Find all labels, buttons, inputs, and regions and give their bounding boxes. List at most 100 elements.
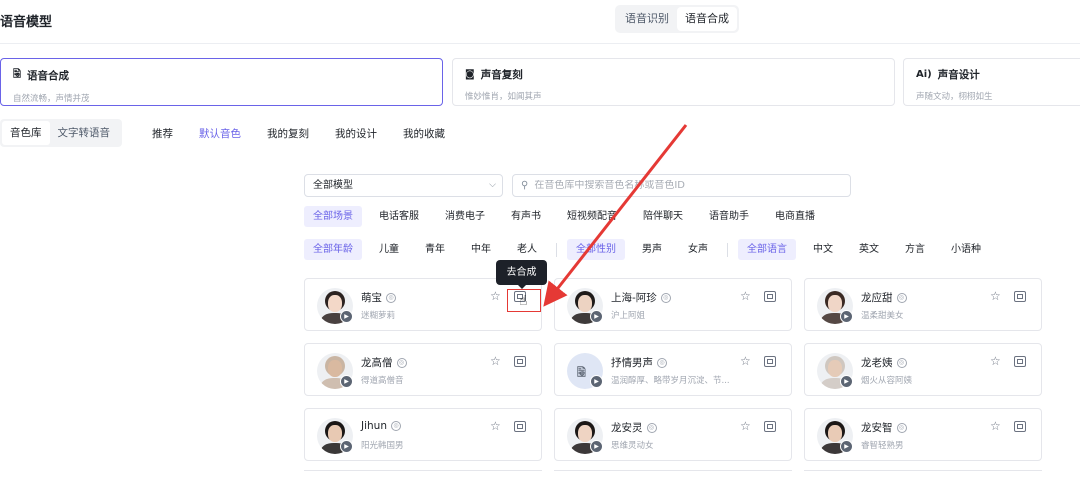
favorite-star-icon[interactable]: ☆ bbox=[990, 419, 1001, 433]
filter-scene-electronics[interactable]: 消费电子 bbox=[436, 206, 494, 227]
feature-card-voice-design[interactable]: Ai) 声音设计 声随文动，栩栩如生 bbox=[903, 58, 1080, 106]
favorite-star-icon[interactable]: ☆ bbox=[740, 289, 751, 303]
filter-scene-customer-service[interactable]: 电话客服 bbox=[370, 206, 428, 227]
tab-speech-recognition[interactable]: 语音识别 bbox=[617, 7, 677, 31]
go-synthesize-icon[interactable] bbox=[1014, 356, 1026, 367]
filter-gender-male[interactable]: 男声 bbox=[633, 239, 671, 260]
go-synthesize-icon[interactable] bbox=[514, 421, 526, 432]
play-icon[interactable]: ▶ bbox=[590, 375, 603, 388]
filter-age-elderly[interactable]: 老人 bbox=[508, 239, 546, 260]
filter-age-middle[interactable]: 中年 bbox=[462, 239, 500, 260]
play-icon[interactable]: ▶ bbox=[590, 310, 603, 323]
info-icon[interactable]: ◎ bbox=[396, 357, 407, 368]
play-icon[interactable]: ▶ bbox=[340, 375, 353, 388]
search-icon: ⚲ bbox=[521, 180, 529, 191]
voice-card[interactable]: ▶ 龙高僧 ◎ 得道高僧音 ☆ bbox=[304, 343, 542, 396]
info-icon[interactable]: ◎ bbox=[896, 357, 907, 368]
model-select[interactable]: 全部模型 ⌵ bbox=[304, 174, 503, 197]
favorite-star-icon[interactable]: ☆ bbox=[490, 354, 501, 368]
favorite-star-icon[interactable]: ☆ bbox=[990, 354, 1001, 368]
voice-name: 龙老姨 ◎ bbox=[861, 355, 907, 370]
tab-my-designs[interactable]: 我的设计 bbox=[335, 126, 377, 141]
voice-card[interactable]: 🗟 ▶ 抒情男声 ◎ 温润醇厚、略带岁月沉淀、节... ☆ bbox=[554, 343, 792, 396]
voice-desc: 阳光韩国男 bbox=[361, 441, 404, 451]
info-icon[interactable]: ◎ bbox=[657, 357, 667, 368]
favorite-star-icon[interactable]: ☆ bbox=[740, 354, 751, 368]
favorite-star-icon[interactable]: ☆ bbox=[490, 289, 501, 303]
tab-my-favorites[interactable]: 我的收藏 bbox=[403, 126, 445, 141]
voice-name: 上海-阿珍 ◎ bbox=[611, 290, 671, 305]
filter-language-dialect[interactable]: 方言 bbox=[896, 239, 934, 260]
go-synthesize-icon[interactable] bbox=[764, 421, 776, 432]
filter-age-youth[interactable]: 青年 bbox=[416, 239, 454, 260]
filter-language-minor[interactable]: 小语种 bbox=[942, 239, 990, 260]
filter-scene-livestream[interactable]: 电商直播 bbox=[766, 206, 824, 227]
tab-my-clones[interactable]: 我的复刻 bbox=[267, 126, 309, 141]
voice-name-text: 萌宝 bbox=[361, 292, 382, 304]
voice-name-text: 上海-阿珍 bbox=[611, 292, 657, 304]
info-icon[interactable]: ◎ bbox=[660, 292, 671, 303]
voice-name: 龙应甜 ◎ bbox=[861, 290, 907, 305]
filter-scene-all[interactable]: 全部场景 bbox=[304, 206, 362, 227]
category-tabs: 推荐 默认音色 我的复刻 我的设计 我的收藏 bbox=[152, 126, 445, 141]
header-divider bbox=[0, 43, 1080, 44]
feature-title: 声音复刻 bbox=[480, 69, 523, 81]
feature-card-voice-clone[interactable]: ◙ 声音复刻 惟妙惟肖，如闻其声 bbox=[452, 58, 895, 106]
feature-title: 声音设计 bbox=[937, 69, 980, 81]
favorite-star-icon[interactable]: ☆ bbox=[490, 419, 501, 433]
feature-card-voice-synthesis[interactable]: 🗟 语音合成 自然流畅，声情并茂 bbox=[0, 58, 443, 106]
voice-card[interactable]: ▶ 龙老姨 ◎ 烟火从容阿姨 ☆ bbox=[804, 343, 1042, 396]
voice-name: 龙安智 ◎ bbox=[861, 420, 907, 435]
info-icon[interactable]: ◎ bbox=[386, 292, 396, 303]
search-input[interactable] bbox=[534, 180, 835, 191]
filter-age-all[interactable]: 全部年龄 bbox=[304, 239, 362, 260]
voice-name-text: 龙安灵 bbox=[611, 422, 643, 434]
voice-desc: 迷糊萝莉 bbox=[361, 311, 396, 321]
play-icon[interactable]: ▶ bbox=[340, 310, 353, 323]
voice-name: 萌宝 ◎ bbox=[361, 290, 396, 305]
go-synthesize-icon[interactable] bbox=[514, 356, 526, 367]
synthesize-tooltip: 去合成 bbox=[496, 260, 547, 289]
tab-text-to-speech[interactable]: 文字转语音 bbox=[50, 121, 119, 145]
voice-card[interactable]: ▶ 龙应甜 ◎ 温柔甜美女 ☆ bbox=[804, 278, 1042, 331]
favorite-star-icon[interactable]: ☆ bbox=[740, 419, 751, 433]
voice-card-partial bbox=[304, 470, 542, 479]
play-icon[interactable]: ▶ bbox=[590, 440, 603, 453]
voice-card[interactable]: ▶ Jihun ◎ 阳光韩国男 ☆ bbox=[304, 408, 542, 461]
play-icon[interactable]: ▶ bbox=[840, 310, 853, 323]
filter-age-child[interactable]: 儿童 bbox=[370, 239, 408, 260]
info-icon[interactable]: ◎ bbox=[896, 292, 907, 303]
voice-desc: 烟火从容阿姨 bbox=[861, 376, 913, 386]
tab-recommended[interactable]: 推荐 bbox=[152, 126, 173, 141]
play-icon[interactable]: ▶ bbox=[840, 375, 853, 388]
filter-language-english[interactable]: 英文 bbox=[850, 239, 888, 260]
filter-language-chinese[interactable]: 中文 bbox=[804, 239, 842, 260]
play-icon[interactable]: ▶ bbox=[840, 440, 853, 453]
filter-scene-assistant[interactable]: 语音助手 bbox=[700, 206, 758, 227]
info-icon[interactable]: ◎ bbox=[896, 422, 907, 433]
go-synthesize-icon[interactable] bbox=[764, 291, 776, 302]
go-synthesize-icon[interactable] bbox=[1014, 421, 1026, 432]
filter-gender-female[interactable]: 女声 bbox=[679, 239, 717, 260]
go-synthesize-icon[interactable] bbox=[1014, 291, 1026, 302]
tab-default-voices[interactable]: 默认音色 bbox=[199, 126, 241, 141]
tab-speech-synthesis[interactable]: 语音合成 bbox=[677, 7, 737, 31]
filter-language-all[interactable]: 全部语言 bbox=[738, 239, 796, 260]
play-icon[interactable]: ▶ bbox=[340, 440, 353, 453]
info-icon[interactable]: ◎ bbox=[646, 422, 657, 433]
filter-scene-audiobook[interactable]: 有声书 bbox=[502, 206, 550, 227]
tab-voice-library[interactable]: 音色库 bbox=[2, 121, 50, 145]
voice-desc: 睿智轻熟男 bbox=[861, 441, 904, 451]
filter-scene-companion[interactable]: 陪伴聊天 bbox=[634, 206, 692, 227]
filter-scene-short-video[interactable]: 短视频配音 bbox=[558, 206, 626, 227]
voice-card[interactable]: ▶ 龙安智 ◎ 睿智轻熟男 ☆ bbox=[804, 408, 1042, 461]
info-icon[interactable]: ◎ bbox=[390, 421, 401, 431]
voice-card[interactable]: ▶ 龙安灵 ◎ 思维灵动女 ☆ bbox=[554, 408, 792, 461]
voice-card[interactable]: ▶ 上海-阿珍 ◎ 沪上阿姐 ☆ bbox=[554, 278, 792, 331]
voice-clone-icon: ◙ bbox=[465, 69, 475, 80]
go-synthesize-icon[interactable] bbox=[764, 356, 776, 367]
search-box[interactable]: ⚲ bbox=[512, 174, 851, 197]
feature-desc: 声随文动，栩栩如生 bbox=[916, 92, 993, 102]
filter-gender-all[interactable]: 全部性别 bbox=[567, 239, 625, 260]
favorite-star-icon[interactable]: ☆ bbox=[990, 289, 1001, 303]
